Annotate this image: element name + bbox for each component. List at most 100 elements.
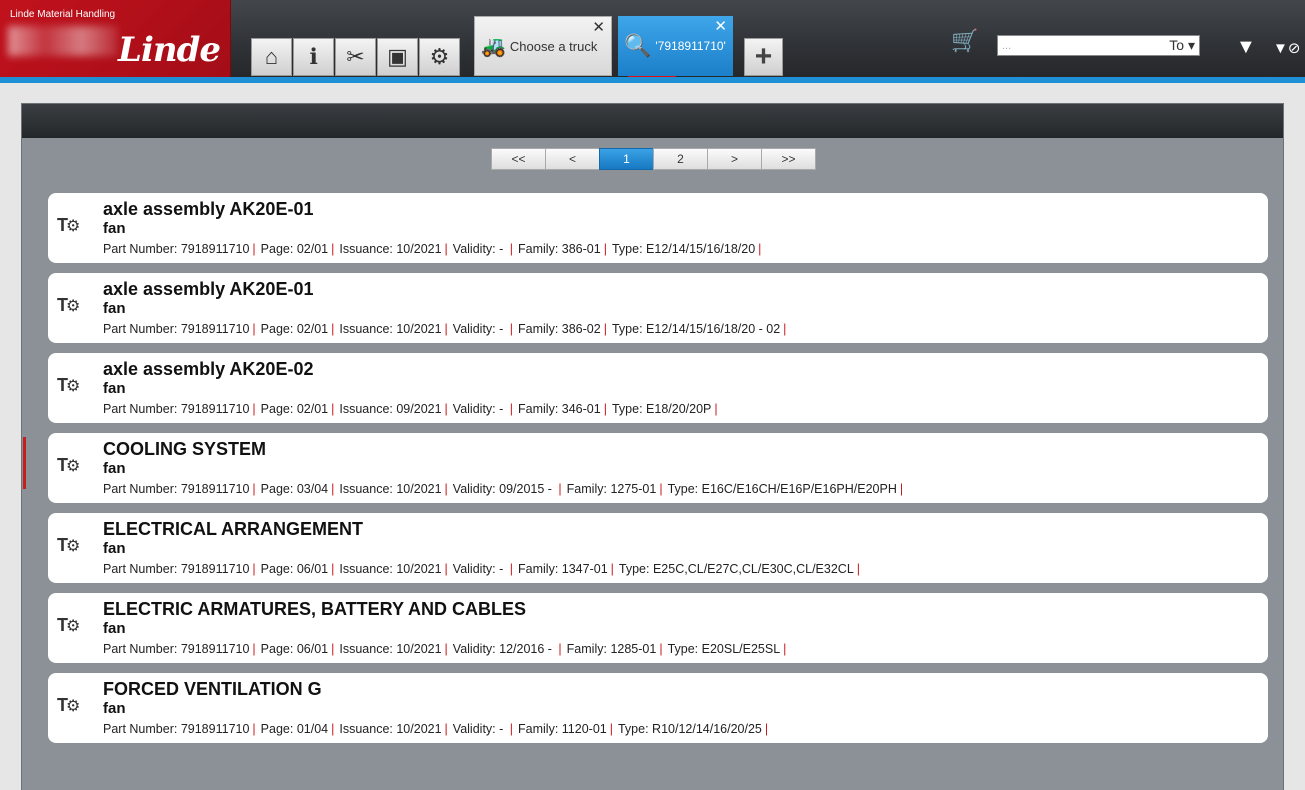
clear-filter-icon[interactable]: ▼⊘ bbox=[1273, 39, 1300, 57]
validity-value: 09/2015 - bbox=[499, 482, 556, 496]
family-value: 386-01 bbox=[561, 242, 601, 256]
separator: | bbox=[659, 642, 663, 656]
validity-value: - bbox=[499, 402, 507, 416]
page-label: Page: bbox=[260, 322, 294, 336]
issuance-value: 10/2021 bbox=[396, 322, 442, 336]
family-label: Family: bbox=[518, 402, 559, 416]
separator: | bbox=[252, 322, 256, 336]
result-meta: Part Number: 7918911710 | Page: 01/04 | Issu… bbox=[103, 722, 773, 736]
result-meta: Part Number: 7918911710 | Page: 02/01 | Issu… bbox=[103, 242, 766, 256]
info-button[interactable]: ℹ bbox=[293, 38, 334, 76]
home-button[interactable]: ⌂ bbox=[251, 38, 292, 76]
validity-value: 12/2016 - bbox=[499, 642, 556, 656]
part-number-value: 7918911710 bbox=[180, 642, 250, 656]
cart-button[interactable]: 🛒 bbox=[951, 28, 979, 56]
linde-logo[interactable]: Linde Material Handling Linde bbox=[0, 0, 231, 77]
cart-icon: 🛒 bbox=[951, 28, 979, 53]
toolbox-button[interactable]: ▣ bbox=[377, 38, 418, 76]
result-title: ELECTRIC ARMATURES, BATTERY AND CABLES bbox=[103, 599, 526, 619]
separator: | bbox=[331, 722, 335, 736]
close-icon[interactable]: ✕ bbox=[714, 19, 727, 34]
page-label: Page: bbox=[260, 722, 294, 736]
result-card[interactable]: T⚙ ELECTRIC ARMATURES, BATTERY AND CABLES… bbox=[48, 593, 1268, 663]
separator: | bbox=[603, 402, 607, 416]
plus-icon: + bbox=[754, 40, 773, 73]
part-number-value: 7918911710 bbox=[180, 482, 250, 496]
validity-value: - bbox=[499, 322, 507, 336]
search-type-dropdown[interactable]: To ▾ bbox=[1169, 37, 1195, 54]
settings-button[interactable]: ⚙ bbox=[419, 38, 460, 76]
type-label: Type: bbox=[617, 722, 649, 736]
result-subtitle: fan bbox=[103, 700, 126, 717]
filter-icon[interactable]: ▼ bbox=[1236, 36, 1256, 59]
page-value: 06/01 bbox=[296, 642, 329, 656]
tool-part-icon: T⚙ bbox=[57, 455, 80, 475]
separator: | bbox=[252, 642, 256, 656]
separator: | bbox=[444, 402, 448, 416]
result-meta: Part Number: 7918911710 | Page: 06/01 | Issu… bbox=[103, 562, 865, 576]
pager-prev-button[interactable]: < bbox=[545, 148, 600, 170]
result-card[interactable]: T⚙ COOLING SYSTEM fan Part Number: 79189117… bbox=[48, 433, 1268, 503]
add-tab-button[interactable]: + bbox=[744, 38, 783, 76]
issuance-value: 10/2021 bbox=[396, 482, 442, 496]
pager-page-1-button[interactable]: 1 bbox=[599, 148, 654, 170]
result-title: FORCED VENTILATION G bbox=[103, 679, 322, 699]
separator: | bbox=[252, 482, 256, 496]
type-value: E20SL/E25SL bbox=[701, 642, 781, 656]
result-card[interactable]: T⚙ ELECTRICAL ARRANGEMENT fan Part Number: … bbox=[48, 513, 1268, 583]
result-card[interactable]: T⚙ axle assembly AK20E-02 fan Part Number: … bbox=[48, 353, 1268, 423]
separator: | bbox=[331, 242, 335, 256]
issuance-label: Issuance: bbox=[339, 482, 393, 496]
separator: | bbox=[509, 562, 514, 576]
family-value: 386-02 bbox=[561, 322, 601, 336]
family-label: Family: bbox=[518, 562, 559, 576]
tools-icon: ✂ bbox=[346, 44, 365, 69]
issuance-value: 10/2021 bbox=[396, 242, 442, 256]
search-icon: 🔍 bbox=[624, 33, 652, 58]
type-value: E12/14/15/16/18/20 bbox=[646, 242, 756, 256]
pager-first-button[interactable]: << bbox=[491, 148, 546, 170]
result-title: axle assembly AK20E-01 bbox=[103, 199, 314, 219]
pager-page-2-button[interactable]: 2 bbox=[653, 148, 708, 170]
separator: | bbox=[758, 242, 762, 256]
result-meta: Part Number: 7918911710 | Page: 06/01 | Issu… bbox=[103, 642, 791, 656]
separator: | bbox=[331, 402, 335, 416]
gear-icon: ⚙ bbox=[429, 44, 450, 69]
part-number-label: Part Number: bbox=[103, 402, 178, 416]
separator: | bbox=[783, 322, 787, 336]
result-card[interactable]: T⚙ FORCED VENTILATION Gfan Part Number: 79… bbox=[48, 673, 1268, 743]
type-value: E25C,CL/E27C,CL/E30C,CL/E32CL bbox=[652, 562, 854, 576]
separator: | bbox=[558, 642, 562, 656]
family-value: 1275-01 bbox=[610, 482, 657, 496]
separator: | bbox=[331, 562, 335, 576]
type-label: Type: bbox=[611, 242, 643, 256]
family-label: Family: bbox=[566, 642, 607, 656]
pager-next-button[interactable]: > bbox=[707, 148, 762, 170]
tab-search-result[interactable]: 🔍 '7918911710' ✕ bbox=[618, 16, 733, 76]
tool-part-icon: T⚙ bbox=[57, 215, 80, 235]
family-label: Family: bbox=[518, 322, 559, 336]
issuance-label: Issuance: bbox=[339, 242, 393, 256]
logo-decoration bbox=[8, 26, 118, 56]
part-number-label: Part Number: bbox=[103, 642, 178, 656]
part-number-label: Part Number: bbox=[103, 562, 178, 576]
family-label: Family: bbox=[566, 482, 607, 496]
tool-part-icon: T⚙ bbox=[57, 535, 80, 555]
close-icon[interactable]: ✕ bbox=[592, 20, 605, 35]
result-title: COOLING SYSTEM bbox=[103, 439, 267, 459]
result-subtitle: fan bbox=[103, 620, 126, 637]
search-input[interactable] bbox=[1002, 39, 1162, 52]
type-label: Type: bbox=[667, 642, 699, 656]
toolbox-icon: ▣ bbox=[387, 44, 408, 69]
tools-button[interactable]: ✂ bbox=[335, 38, 376, 76]
pager-last-button[interactable]: >> bbox=[761, 148, 816, 170]
logo-brand: Linde bbox=[118, 30, 221, 70]
type-value: E16C/E16CH/E16P/E16PH/E20PH bbox=[701, 482, 897, 496]
part-number-label: Part Number: bbox=[103, 242, 178, 256]
separator: | bbox=[509, 322, 514, 336]
result-card[interactable]: T⚙ axle assembly AK20E-01 fan Part Number: … bbox=[48, 273, 1268, 343]
part-number-value: 7918911710 bbox=[180, 402, 250, 416]
tab-choose-truck[interactable]: 🚜 Choose a truck ✕ bbox=[474, 16, 612, 76]
result-card[interactable]: T⚙ axle assembly AK20E-01 fan Part Number: … bbox=[48, 193, 1268, 263]
result-subtitle: fan bbox=[103, 540, 126, 557]
